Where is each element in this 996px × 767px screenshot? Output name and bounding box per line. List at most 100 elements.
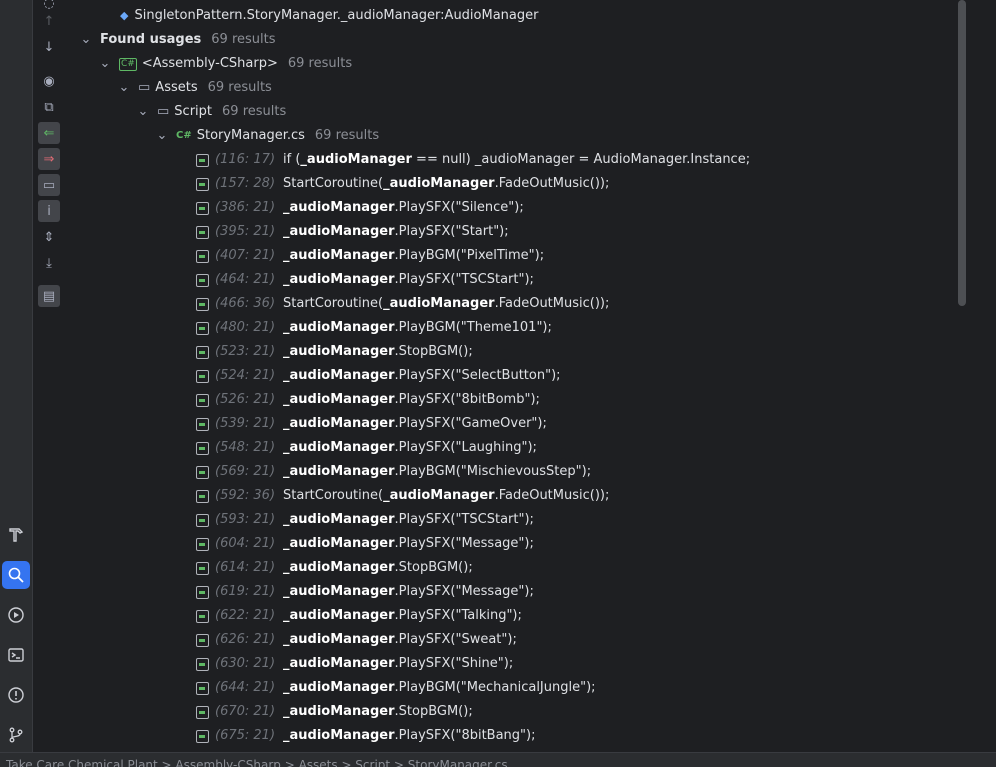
usage-code: StartCoroutine(_audioManager.FadeOutMusi… [283,172,609,196]
usage-row[interactable]: (523: 21) _audioManager.StopBGM(); [196,340,473,364]
usage-code: _audioManager.PlaySFX("SelectButton"); [283,364,561,388]
script-label: Script [174,104,213,119]
code-suffix: .PlaySFX("Sweat"); [394,632,517,647]
code-match: _audioManager [283,248,395,263]
usage-row[interactable]: (592: 36) StartCoroutine(_audioManager.Fa… [196,484,609,508]
usage-row[interactable]: (619: 21) _audioManager.PlaySFX("Message"… [196,580,534,604]
code-suffix: .PlaySFX("Shine"); [394,656,514,671]
usage-row[interactable]: (395: 21) _audioManager.PlaySFX("Start"); [196,220,509,244]
usage-row[interactable]: (630: 21) _audioManager.PlaySFX("Shine"); [196,652,513,676]
directory-icon[interactable]: ▭ [38,174,60,196]
status-breadcrumb[interactable]: Take Care Chemical Plant > Assembly-CSha… [6,758,508,767]
usage-location: (524: 21) [215,368,276,383]
usage-location: (619: 21) [215,584,276,599]
usage-row[interactable]: (593: 21) _audioManager.PlaySFX("TSCStart… [196,508,534,532]
usage-row[interactable]: (614: 21) _audioManager.StopBGM(); [196,556,473,580]
usage-row[interactable]: (626: 21) _audioManager.PlaySFX("Sweat"); [196,628,517,652]
code-suffix: .StopBGM(); [394,344,473,359]
code-prefix: if ( [283,152,301,167]
read-access-icon [196,705,209,719]
arrow-down-icon[interactable]: ↓ [38,36,60,58]
code-match: _audioManager [283,608,395,623]
assembly-node[interactable]: ⌄ C# <Assembly-CSharp> 69 results [99,52,353,76]
usage-row[interactable]: (644: 21) _audioManager.PlayBGM("Mechanic… [196,676,596,700]
found-usages-node[interactable]: ⌄ Found usages 69 results [80,28,276,52]
status-bar: Take Care Chemical Plant > Assembly-CSha… [0,752,996,767]
target-row[interactable]: ◆ SingletonPattern.StoryManager._audioMa… [120,4,538,28]
usage-row[interactable]: (116: 17) if (_audioManager == null) _aud… [196,148,750,172]
code-match: _audioManager [283,656,395,671]
usage-row[interactable]: (539: 21) _audioManager.PlaySFX("GameOver… [196,412,547,436]
read-access-icon [196,369,209,383]
usage-row[interactable]: (604: 21) _audioManager.PlaySFX("Message"… [196,532,534,556]
usage-row[interactable]: (466: 36) StartCoroutine(_audioManager.Fa… [196,292,609,316]
problems-icon[interactable] [2,681,30,709]
csharp-assembly-icon: C# [119,57,137,71]
file-node[interactable]: ⌄ C# StoryManager.cs 69 results [156,124,380,148]
code-prefix: StartCoroutine( [283,296,384,311]
usage-row[interactable]: (464: 21) _audioManager.PlaySFX("TSCStart… [196,268,534,292]
read-access-icon [196,201,209,215]
usage-location: (644: 21) [215,680,276,695]
assets-label: Assets [155,80,198,95]
script-node[interactable]: ⌄ ▭ Script 69 results [137,100,287,124]
code-match: _audioManager [283,392,395,407]
code-suffix: .PlaySFX("Talking"); [394,608,522,623]
usage-code: _audioManager.PlaySFX("8bitBang"); [283,724,535,748]
expand-all-icon[interactable]: ⇕ [38,226,60,248]
usage-code: _audioManager.PlaySFX("Message"); [283,580,534,604]
found-usages-count: 69 results [211,32,276,47]
code-prefix: StartCoroutine( [283,488,384,503]
usage-row[interactable]: (157: 28) StartCoroutine(_audioManager.Fa… [196,172,609,196]
collapse-all-icon[interactable]: ⤓ [38,252,60,274]
preview-icon[interactable]: ▤ [38,285,60,307]
chevron-down-icon[interactable]: ⌄ [156,128,168,143]
usage-row[interactable]: (675: 21) _audioManager.PlaySFX("8bitBang… [196,724,535,748]
usage-row[interactable]: (670: 21) _audioManager.StopBGM(); [196,700,473,724]
code-match: _audioManager [383,176,495,191]
chevron-down-icon[interactable]: ⌄ [137,104,149,119]
vertical-scrollbar[interactable] [958,0,966,306]
assembly-label: <Assembly-CSharp> [141,56,278,71]
usage-row[interactable]: (622: 21) _audioManager.PlaySFX("Talking"… [196,604,522,628]
code-match: _audioManager [283,272,395,287]
eye-icon[interactable]: ◉ [38,70,60,92]
read-access-icon [196,345,209,359]
field-icon: ◆ [120,9,129,22]
usage-code: _audioManager.PlaySFX("Message"); [283,532,534,556]
code-match: _audioManager [283,632,395,647]
code-suffix: .StopBGM(); [394,560,473,575]
usage-row[interactable]: (407: 21) _audioManager.PlayBGM("PixelTim… [196,244,544,268]
usage-row[interactable]: (569: 21) _audioManager.PlayBGM("Mischiev… [196,460,591,484]
read-usages-icon[interactable]: ⇐ [38,122,60,144]
code-match: _audioManager [283,320,395,335]
terminal-icon[interactable] [2,641,30,669]
usage-location: (466: 36) [215,296,276,311]
chevron-down-icon[interactable]: ⌄ [80,32,92,47]
usage-code: if (_audioManager == null) _audioManager… [283,148,750,172]
usage-row[interactable]: (524: 21) _audioManager.PlaySFX("SelectBu… [196,364,561,388]
code-match: _audioManager [283,560,395,575]
assets-node[interactable]: ⌄ ▭ Assets 69 results [118,76,272,100]
read-access-icon [196,393,209,407]
write-usages-icon[interactable]: ⇒ [38,148,60,170]
usage-row[interactable]: (548: 21) _audioManager.PlaySFX("Laughing… [196,436,537,460]
usage-row[interactable]: (526: 21) _audioManager.PlaySFX("8bitBomb… [196,388,540,412]
git-icon[interactable] [2,721,30,749]
usage-row[interactable]: (386: 21) _audioManager.PlaySFX("Silence"… [196,196,524,220]
read-access-icon [196,153,209,167]
group-icon[interactable]: ⧉ [38,96,60,118]
read-access-icon [196,441,209,455]
target-label: SingletonPattern.StoryManager._audioMana… [134,8,539,23]
chevron-down-icon[interactable]: ⌄ [118,80,130,95]
hammer-icon[interactable] [2,521,30,549]
usage-row[interactable]: (480: 21) _audioManager.PlayBGM("Theme101… [196,316,552,340]
code-suffix: .PlayBGM("PixelTime"); [394,248,545,263]
chevron-down-icon[interactable]: ⌄ [99,56,111,71]
info-icon[interactable]: i [38,200,60,222]
run-icon[interactable] [2,601,30,629]
arrow-up-icon[interactable]: ↑ [38,10,60,32]
read-access-icon [196,585,209,599]
find-icon[interactable] [2,561,30,589]
code-prefix: StartCoroutine( [283,176,384,191]
